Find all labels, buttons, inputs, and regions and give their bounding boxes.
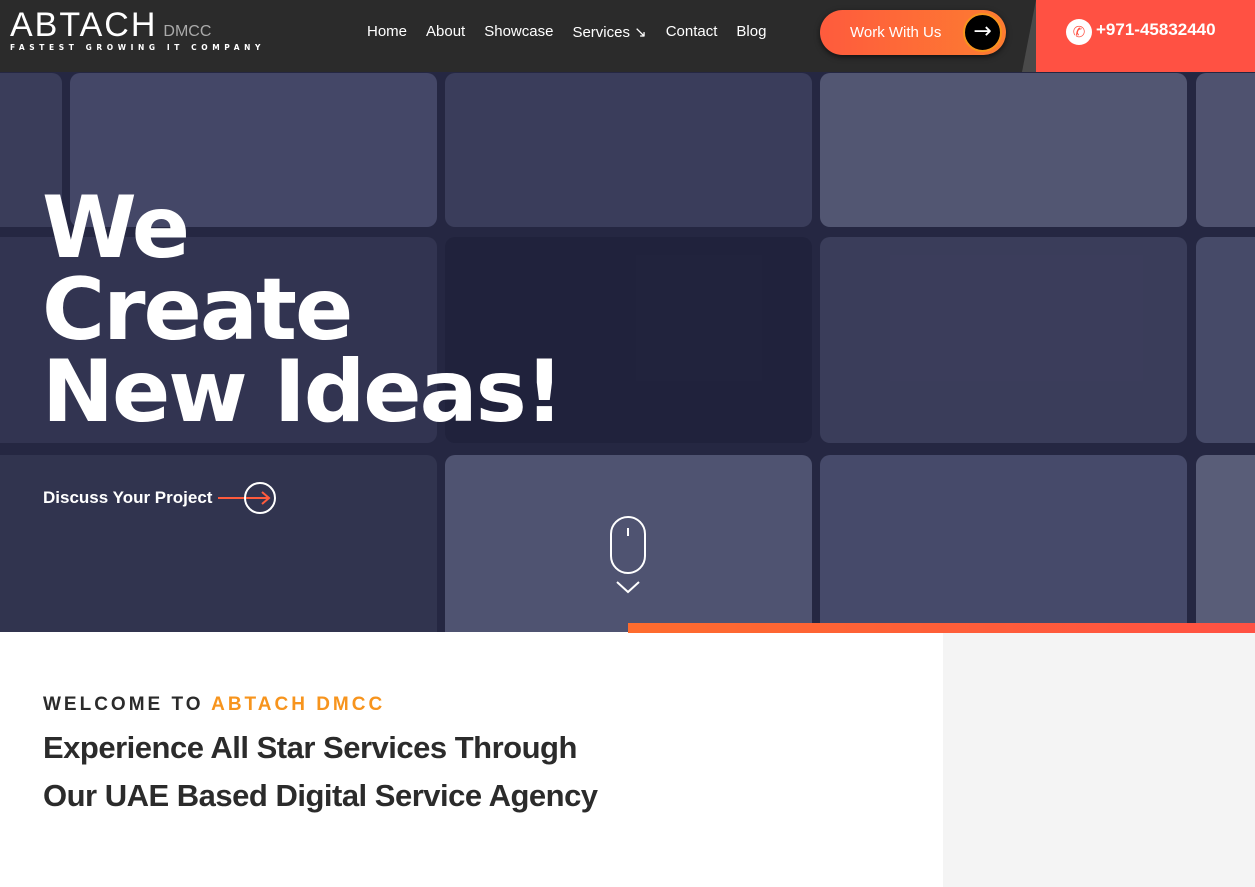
phone-number: +971-45832440 [1096,20,1216,39]
kicker-highlight: ABTACH DMCC [211,694,386,715]
nav-blog[interactable]: Blog [736,23,766,41]
heading-line: Our UAE Based Digital Service Agency [43,778,598,813]
scroll-mouse-icon[interactable] [610,516,646,574]
logo-text: ABTACH [10,6,158,44]
site-header: ABTACH DMCC FASTEST GROWING IT COMPANY Ho… [0,0,1255,72]
discuss-project-link[interactable]: Discuss Your Project [43,482,277,514]
nav-home[interactable]: Home [367,23,407,41]
logo-suffix: DMCC [163,23,212,40]
hero-title-line: Create [42,260,353,360]
welcome-heading: Experience All Star Services Through Our… [43,724,683,820]
work-with-us-button[interactable]: Work With Us → [820,10,1006,55]
hero-title: We Create New Ideas! [42,178,564,442]
hero-title-line: New Ideas! [42,342,564,442]
phone-icon: ✆ [1066,19,1092,45]
nav-showcase[interactable]: Showcase [484,23,553,41]
hero-title-line: We [42,178,190,278]
arrow-circle-icon [218,482,277,514]
hero-section: We Create New Ideas! Discuss Your Projec… [0,72,1255,632]
welcome-side-panel [943,633,1255,887]
accent-bar [628,623,1255,633]
heading-line: Experience All Star Services Through [43,730,577,765]
chevron-down-icon [616,581,640,594]
welcome-kicker: WELCOME TO ABTACH DMCC [43,694,385,716]
nav-contact[interactable]: Contact [666,23,718,41]
discuss-label: Discuss Your Project [43,488,213,507]
logo-tagline: FASTEST GROWING IT COMPANY [10,43,266,52]
kicker-prefix: WELCOME TO [43,694,212,715]
cta-label: Work With Us [850,24,942,41]
nav-about[interactable]: About [426,23,465,41]
logo[interactable]: ABTACH DMCC FASTEST GROWING IT COMPANY [10,6,265,52]
nav-services[interactable]: Services ↘ [572,23,646,41]
phone-link[interactable]: ✆ +971-45832440 [1036,0,1255,72]
arrow-right-icon: → [963,13,1002,52]
main-nav: Home About Showcase Services ↘ Contact B… [367,23,766,41]
